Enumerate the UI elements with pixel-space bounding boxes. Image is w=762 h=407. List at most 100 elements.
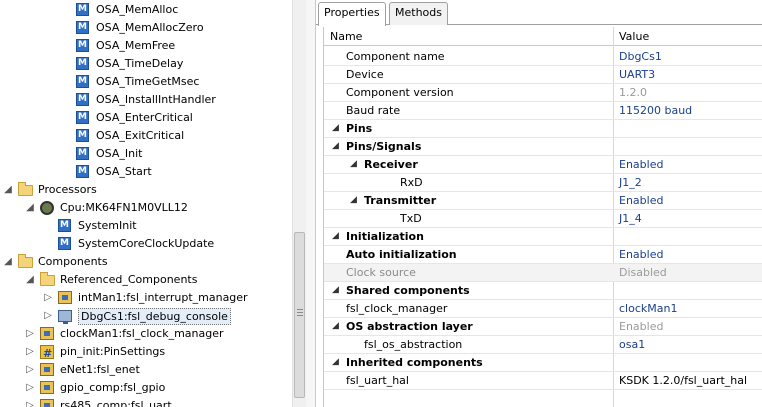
tree-item[interactable]: M SystemInit [0, 217, 292, 235]
property-value[interactable]: 1.2.0 [619, 84, 647, 101]
tree-item-label: Referenced_Components [60, 273, 198, 286]
property-value[interactable]: Enabled [619, 318, 663, 335]
m-icon: M [76, 75, 90, 89]
property-row[interactable]: ◢ Initialization [324, 228, 762, 246]
property-row[interactable]: Clock source Disabled [324, 264, 762, 282]
tree-item[interactable]: M OSA_EnterCritical [0, 109, 292, 127]
property-row[interactable]: ◢ OS abstraction layer Enabled [324, 318, 762, 336]
tree-item[interactable]: ◢ Processors [0, 181, 292, 199]
property-row[interactable]: ◢ Shared components [324, 282, 762, 300]
m-icon: M [76, 3, 90, 17]
tree-item[interactable]: ◢ Components [0, 253, 292, 271]
properties-panel: Properties Methods Name Value Component … [316, 0, 762, 407]
m-icon: M [76, 57, 90, 71]
collapse-arrow-icon[interactable]: ▷ [42, 289, 54, 307]
property-value[interactable]: osa1 [619, 336, 645, 353]
property-row[interactable]: Component version 1.2.0 [324, 84, 762, 102]
property-row[interactable]: TxD J1_4 [324, 210, 762, 228]
tree-item[interactable]: ▷ eNet1:fsl_enet [0, 361, 292, 379]
tree-item-label: OSA_MemFree [96, 39, 176, 52]
tree-item-label: OSA_Start [96, 165, 152, 178]
expand-arrow-icon[interactable]: ◢ [332, 228, 342, 245]
property-row[interactable]: ◢ Transmitter Enabled [324, 192, 762, 210]
m-icon: M [76, 93, 90, 107]
tree-item[interactable]: M OSA_ExitCritical [0, 127, 292, 145]
tree-item-label: clockMan1:fsl_clock_manager [60, 327, 224, 340]
property-value[interactable]: UART3 [619, 66, 655, 83]
expand-arrow-icon[interactable]: ◢ [350, 156, 360, 173]
panel-divider[interactable] [306, 0, 316, 407]
property-row[interactable]: ◢ Receiver Enabled [324, 156, 762, 174]
property-value[interactable]: DbgCs1 [619, 48, 662, 65]
property-value[interactable]: Enabled [619, 246, 663, 263]
tab-methods[interactable]: Methods [389, 2, 448, 25]
expand-arrow-icon[interactable]: ◢ [2, 253, 14, 271]
expand-arrow-icon[interactable]: ◢ [332, 282, 342, 299]
component-icon-shape [40, 327, 54, 340]
expand-arrow-icon[interactable]: ◢ [332, 120, 342, 137]
collapse-arrow-icon[interactable]: ▷ [42, 307, 54, 325]
monitor-icon [58, 309, 72, 324]
tree-item[interactable]: M OSA_TimeDelay [0, 55, 292, 73]
tree-item[interactable]: M OSA_TimeGetMsec [0, 73, 292, 91]
property-value[interactable]: J1_2 [619, 174, 642, 191]
property-value[interactable]: Enabled [619, 156, 663, 173]
tree-item[interactable]: ◢ Referenced_Components [0, 271, 292, 289]
property-row[interactable]: ◢ Pins/Signals [324, 138, 762, 156]
tree-item[interactable]: M OSA_InstallIntHandler [0, 91, 292, 109]
tree-item[interactable]: ▷ intMan1:fsl_interrupt_manager [0, 289, 292, 307]
tree-item[interactable]: M SystemCoreClockUpdate [0, 235, 292, 253]
property-row[interactable]: Baud rate 115200 baud [324, 102, 762, 120]
tree-item[interactable]: ◢ Cpu:MK64FN1M0VLL12 [0, 199, 292, 217]
collapse-arrow-icon[interactable]: ▷ [24, 325, 36, 343]
collapse-arrow-icon[interactable]: ▷ [24, 397, 36, 407]
folder-icon-shape [18, 254, 33, 268]
property-row[interactable]: fsl_clock_manager clockMan1 [324, 300, 762, 318]
tree-item[interactable]: M OSA_MemAllocZero [0, 19, 292, 37]
tree-item[interactable]: ▷ clockMan1:fsl_clock_manager [0, 325, 292, 343]
property-row[interactable]: Device UART3 [324, 66, 762, 84]
property-row[interactable]: Component name DbgCs1 [324, 48, 762, 66]
property-row[interactable]: RxD J1_2 [324, 174, 762, 192]
tree-item[interactable]: M OSA_Init [0, 145, 292, 163]
expand-arrow-icon[interactable]: ◢ [332, 354, 342, 371]
tree-item-label: OSA_InstallIntHandler [96, 93, 216, 106]
m-icon: M [58, 237, 72, 251]
column-header-value[interactable]: Value [613, 27, 649, 46]
tree-item[interactable]: ▷ rs485_comp:fsl_uart [0, 397, 292, 407]
tree-item[interactable]: ▷ gpio_comp:fsl_gpio [0, 379, 292, 397]
property-value[interactable]: KSDK 1.2.0/fsl_uart_hal [619, 372, 747, 389]
tree-scrollbar[interactable] [292, 0, 306, 407]
property-row[interactable]: ◢ Inherited components [324, 354, 762, 372]
tab-properties[interactable]: Properties [318, 2, 386, 26]
scrollbar-thumb[interactable] [294, 232, 305, 398]
tree-item[interactable]: M OSA_Start [0, 163, 292, 181]
m-icon-shape: M [76, 93, 89, 106]
component-icon-shape [40, 381, 54, 394]
property-value[interactable]: 115200 baud [619, 102, 692, 119]
collapse-arrow-icon[interactable]: ▷ [24, 343, 36, 361]
property-name: fsl_os_abstraction [364, 338, 463, 351]
property-value[interactable]: J1_4 [619, 210, 642, 227]
expand-arrow-icon[interactable]: ◢ [350, 192, 360, 209]
property-row[interactable]: fsl_uart_hal KSDK 1.2.0/fsl_uart_hal [324, 372, 762, 390]
property-value[interactable]: clockMan1 [619, 300, 677, 317]
tree-item[interactable]: ▷ DbgCs1:fsl_debug_console [0, 307, 292, 325]
property-row[interactable]: ◢ Pins [324, 120, 762, 138]
m-icon: M [76, 111, 90, 125]
property-value[interactable]: Enabled [619, 192, 663, 209]
property-value[interactable]: Disabled [619, 264, 667, 281]
property-row[interactable]: Auto initialization Enabled [324, 246, 762, 264]
tree-item[interactable]: ▷ pin_init:PinSettings [0, 343, 292, 363]
property-row[interactable]: fsl_os_abstraction osa1 [324, 336, 762, 354]
collapse-arrow-icon[interactable]: ▷ [24, 361, 36, 379]
expand-arrow-icon[interactable]: ◢ [2, 181, 14, 199]
expand-arrow-icon[interactable]: ◢ [332, 318, 342, 335]
column-header-name[interactable]: Name [324, 27, 362, 46]
expand-arrow-icon[interactable]: ◢ [24, 199, 36, 217]
collapse-arrow-icon[interactable]: ▷ [24, 379, 36, 397]
expand-arrow-icon[interactable]: ◢ [24, 271, 36, 289]
tree-item[interactable]: M OSA_MemFree [0, 37, 292, 55]
expand-arrow-icon[interactable]: ◢ [332, 138, 342, 155]
tree-item[interactable]: M OSA_MemAlloc [0, 1, 292, 19]
